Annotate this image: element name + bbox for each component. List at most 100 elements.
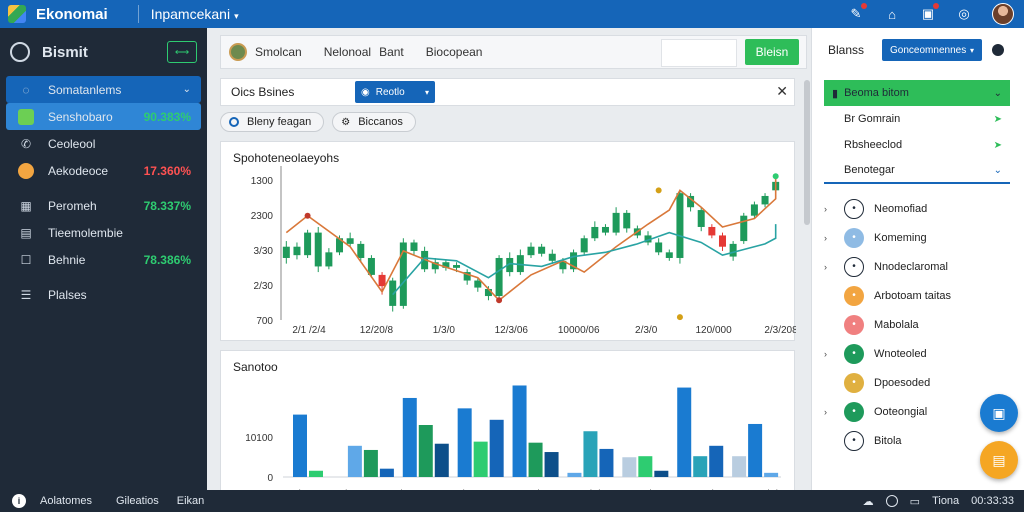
sidebar-item-1[interactable]: Senshobaro 90.383%: [6, 103, 201, 130]
sidebar-toggle-button[interactable]: ⟷: [167, 41, 197, 63]
settings-icon[interactable]: [992, 44, 1005, 56]
right-panel-header: Blanss Gonceomnennes ▾: [812, 28, 1024, 72]
filter-label[interactable]: Nelonoal: [324, 45, 371, 59]
right-panel-subitem[interactable]: Br Gomrain ➤: [824, 106, 1010, 132]
right-panel-list-label: Arbotoam taitas: [874, 289, 952, 302]
right-panel-list-label: Komeming: [874, 231, 927, 244]
bar: [528, 442, 543, 477]
right-panel-list-label: Dpoesoded: [874, 376, 931, 389]
filter-input[interactable]: [661, 39, 737, 67]
radio-icon: [229, 117, 239, 127]
sidebar-item-7[interactable]: ☰ Plalses: [6, 281, 201, 308]
bar: [748, 423, 763, 477]
green-square-icon: [18, 108, 34, 125]
bar-icon: •: [844, 372, 864, 393]
bar: [418, 425, 433, 477]
sidebar-item-label: Senshobaro: [48, 109, 113, 124]
candle-body: [750, 204, 758, 216]
circle-icon: •: [844, 227, 864, 248]
sidebar-item-label: Somatanlems: [48, 82, 122, 97]
chip[interactable]: ⚙ Biccanos: [332, 112, 416, 132]
bar: [544, 452, 559, 477]
clipboard-icon[interactable]: ▣: [920, 3, 939, 22]
candle-body: [655, 242, 663, 253]
bar: [457, 408, 472, 477]
right-panel-subitem[interactable]: Benotegar ⌄: [824, 158, 1010, 184]
sidebar-item-0[interactable]: ◌ Somatanlems ⌄: [6, 76, 201, 103]
notification-dot: [861, 3, 867, 9]
chevron-down-icon: ▾: [970, 45, 975, 55]
chevron-right-icon: ➤: [993, 139, 1002, 151]
candle-body: [378, 274, 386, 287]
subitem-label: Benotegar: [844, 164, 895, 176]
y-tick-label: 0: [267, 473, 273, 484]
filter-label[interactable]: Biocopean: [426, 45, 483, 59]
square-icon: ☐: [20, 252, 32, 267]
candle-body: [740, 215, 748, 242]
status-bar-item[interactable]: Aolatomes: [40, 495, 92, 507]
workspace-selector[interactable]: Inpamcekani ▾: [151, 6, 239, 22]
candle-body: [325, 252, 333, 267]
chat-fab-button[interactable]: ▣: [980, 394, 1018, 432]
right-panel-list-item[interactable]: › • Neomofiad: [812, 194, 1024, 223]
home-icon[interactable]: ⌂: [884, 6, 900, 22]
orange-circle-icon: [18, 162, 34, 179]
right-panel-list-item[interactable]: › • Wnoteoled: [812, 339, 1024, 368]
filter-button[interactable]: Bleisn: [745, 39, 799, 65]
sidebar-item-value: 17.360%: [143, 163, 191, 178]
candle-body: [729, 243, 737, 257]
candle-body: [389, 280, 397, 306]
status-bar-item[interactable]: Eikan: [177, 495, 205, 507]
candle-body: [314, 232, 322, 267]
right-panel-list-label: Wnoteoled: [874, 347, 927, 360]
right-panel-list-item[interactable]: › • Nnodeclaromal: [812, 252, 1024, 281]
right-panel-list-label: Neomofiad: [874, 202, 928, 215]
series-line: [285, 176, 777, 302]
bar: [599, 448, 614, 477]
bar: [473, 441, 488, 477]
candle-body: [761, 195, 769, 205]
check-icon: •: [844, 343, 864, 364]
candlestick-chart-card: Spohoteneolaeyohs 1300 2300 3/30 2/30 700 2/1…: [220, 141, 796, 341]
clock-icon: [885, 495, 898, 507]
right-panel-list-item[interactable]: › • Komeming: [812, 223, 1024, 252]
right-panel-active-item[interactable]: ▮ Beoma bitom ⌄: [824, 80, 1010, 106]
right-panel-list-item[interactable]: • Mabolala: [812, 310, 1024, 339]
status-bar-item[interactable]: Gileatios: [116, 495, 159, 507]
bar: [347, 445, 362, 477]
candle-body: [495, 257, 503, 297]
user-avatar[interactable]: [992, 3, 1014, 25]
alerts-icon[interactable]: ✎: [848, 3, 867, 22]
sidebar-item-3[interactable]: Aekodeoce 17.360%: [6, 157, 201, 184]
chevron-down-icon: ▾: [234, 11, 239, 21]
chip[interactable]: Bleny feagan: [220, 112, 325, 132]
sidebar-item-6[interactable]: ☐ Behnie 78.386%: [6, 246, 201, 273]
sidebar-item-4[interactable]: ▦ Peromeh 78.337%: [6, 192, 201, 219]
action-fab-button[interactable]: ▤: [980, 441, 1018, 479]
filter-label[interactable]: Bant: [379, 45, 404, 59]
right-panel-subitem[interactable]: Rbsheeclod ➤: [824, 132, 1010, 158]
bar: [638, 456, 653, 477]
sidebar-item-label: Tieemolembie: [48, 225, 123, 240]
phone-icon: ✆: [20, 136, 32, 151]
sidebar-item-2[interactable]: ✆ Ceoleool: [6, 130, 201, 157]
close-icon[interactable]: ✕: [776, 83, 788, 100]
calendar-icon: ▦: [20, 198, 32, 213]
candle-body: [304, 232, 312, 256]
right-panel-select[interactable]: Gonceomnennes ▾: [882, 39, 983, 61]
marker-point: [304, 212, 311, 219]
bookmark-icon: ▮: [832, 87, 839, 100]
right-panel-list-item[interactable]: • Arbotoam taitas: [812, 281, 1024, 310]
filter-avatar[interactable]: [229, 43, 247, 61]
info-icon[interactable]: i: [12, 494, 26, 508]
marker-point: [772, 173, 779, 180]
filter-label[interactable]: Smolcan: [255, 45, 302, 59]
scrollbar[interactable]: [804, 80, 810, 225]
candle-body: [623, 212, 631, 229]
right-panel-list-item[interactable]: • Dpoesoded: [812, 368, 1024, 397]
bar: [489, 419, 504, 477]
help-icon[interactable]: ◎: [956, 6, 972, 22]
sidebar-item-5[interactable]: ▤ Tieemolembie: [6, 219, 201, 246]
candle-body: [410, 242, 418, 251]
search-select[interactable]: ◉ Reotlo ▾: [355, 81, 435, 103]
